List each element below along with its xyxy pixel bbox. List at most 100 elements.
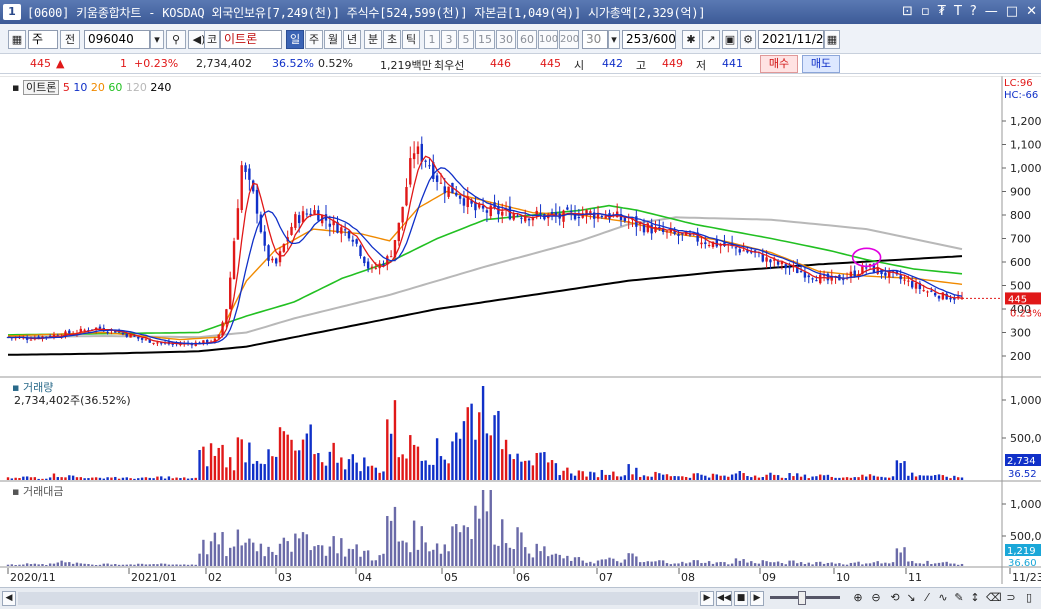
stock-name-field[interactable]: 이트론 [220, 30, 282, 49]
up-arrow-icon: ▲ [56, 57, 65, 70]
period-tab-tick[interactable]: 틱 [402, 30, 420, 49]
drag-tool-icon[interactable]: ↕ [968, 591, 982, 606]
horizontal-scrollbar[interactable]: ◀ ▶ ◀◀ ■ ▶ ⊕ ⊖ ⟲ ↘ ⁄ ∿ ✎ ↕ ⌫ ⊃ ▯ [0, 587, 1041, 609]
volume-bar [481, 386, 485, 480]
magnet-icon[interactable]: ⊃ [1004, 591, 1018, 606]
candle-body [719, 245, 722, 247]
type-select[interactable]: 주 [28, 30, 58, 49]
date-input[interactable]: 2021/11/23 [758, 30, 824, 49]
reset-icon[interactable]: ⟲ [888, 591, 902, 606]
line-tool-icon[interactable]: ⁄ [920, 591, 934, 606]
candle-body [305, 213, 309, 215]
help-icon[interactable]: ? [970, 4, 977, 19]
minute-option-200[interactable]: 200 [559, 30, 579, 49]
price-tick-label: 600 [1010, 256, 1031, 269]
x-tick-label: 09 [762, 571, 776, 584]
save-icon[interactable]: ▣ [722, 30, 738, 49]
maximize-icon[interactable]: □ [1006, 4, 1018, 19]
volume-value: 2,734,402 [196, 57, 252, 70]
amount-bar [799, 562, 803, 566]
zoom-in-icon[interactable]: ⊕ [850, 591, 866, 606]
code-input[interactable]: 096040 [84, 30, 150, 49]
volume-pct-tag-text: 36.52 [1008, 469, 1037, 480]
wave-tool-icon[interactable]: ∿ [936, 591, 950, 606]
chart-type-icon[interactable]: ▦ [8, 30, 26, 49]
minute-option-1[interactable]: 1 [424, 30, 440, 49]
link-icon[interactable]: ⊡ [902, 4, 913, 19]
scroll-right-icon[interactable]: ▶ [700, 591, 714, 606]
volume-bar [631, 474, 634, 480]
volume-bar [389, 433, 393, 480]
interval-input[interactable]: 30 [582, 30, 608, 49]
minute-option-60[interactable]: 60 [517, 30, 537, 49]
minute-option-3[interactable]: 3 [441, 30, 457, 49]
zoom-out-icon[interactable]: ⊖ [868, 591, 884, 606]
volume-bar [504, 439, 508, 480]
minute-option-100[interactable]: 100 [538, 30, 558, 49]
pen-tool-icon[interactable]: ✎ [952, 591, 966, 606]
period-tab-minute[interactable]: 분 [364, 30, 382, 49]
play-icon[interactable]: ▶ [750, 591, 764, 606]
search-icon[interactable]: ⚲ [166, 30, 186, 49]
eraser-icon[interactable]: ⌫ [986, 591, 1002, 606]
minute-option-30[interactable]: 30 [496, 30, 516, 49]
settings-icon[interactable]: ⚙ [740, 30, 756, 49]
code-dropdown-icon[interactable]: ▾ [150, 30, 164, 49]
amount-bar [160, 563, 163, 566]
volume-bar [501, 449, 504, 480]
candle-body [577, 217, 581, 219]
rewind-icon[interactable]: ◀◀ [716, 591, 732, 606]
font-icon[interactable]: T [954, 4, 962, 19]
legend-square-icon: ▪ [12, 81, 20, 94]
sell-button[interactable]: 매도 [802, 55, 840, 73]
scroll-track[interactable] [18, 592, 698, 605]
interval-dropdown-icon[interactable]: ▾ [608, 30, 620, 49]
amount-bar [485, 511, 489, 566]
volume-bar [347, 459, 351, 480]
chart-area[interactable]: 1,200 1,100 1,000 900 800 700 600 500 400 300 200 4… [0, 76, 1041, 610]
volume-bar [761, 477, 764, 480]
buy-button[interactable]: 매수 [760, 55, 798, 73]
indicator-icon[interactable]: ✱ [682, 30, 700, 49]
period-tab-week[interactable]: 주 [305, 30, 323, 49]
amount-bar [190, 564, 194, 566]
amount-bar [267, 546, 270, 566]
chart-canvas[interactable]: 1,2001,1001,0009008007006005004003002004… [0, 76, 1041, 610]
volume-bar [462, 421, 466, 480]
zoom-slider-thumb[interactable] [798, 591, 806, 605]
scroll-left-icon[interactable]: ◀ [2, 591, 16, 606]
count-input[interactable]: 253/600 [622, 30, 676, 49]
amount-bar [803, 563, 807, 566]
candle-body [589, 211, 592, 214]
arrow-tool-icon[interactable]: ↘ [904, 591, 918, 606]
calendar-icon[interactable]: ▦ [824, 30, 840, 49]
amount-bar [907, 561, 910, 566]
volume-bar [213, 455, 217, 480]
trash-icon[interactable]: ▯ [1022, 591, 1036, 606]
amount-bar [761, 560, 764, 566]
draw-tool-icon[interactable]: ↗ [702, 30, 720, 49]
close-icon[interactable]: ✕ [1026, 4, 1037, 19]
amount-bar [531, 557, 535, 566]
period-tab-year[interactable]: 년 [343, 30, 361, 49]
volume-bar [432, 464, 435, 480]
candle-body [489, 205, 492, 217]
amount-bar [25, 563, 29, 566]
restore-icon[interactable]: ▫ [921, 4, 930, 19]
amount-bar [462, 525, 466, 566]
candle-body [650, 224, 653, 234]
volume-bar [738, 471, 741, 480]
minimize-icon[interactable]: — [985, 4, 998, 19]
stop-icon[interactable]: ■ [734, 591, 748, 606]
pin-icon[interactable]: ₮ [938, 4, 946, 19]
amount-bar [232, 546, 236, 566]
amount-bar [282, 537, 286, 566]
minute-option-5[interactable]: 5 [458, 30, 474, 49]
volume-bar [343, 469, 347, 480]
minute-option-15[interactable]: 15 [475, 30, 495, 49]
period-tab-month[interactable]: 월 [324, 30, 342, 49]
candle-body [527, 218, 531, 221]
period-tab-day[interactable]: 일 [286, 30, 304, 49]
period-tab-second[interactable]: 초 [383, 30, 401, 49]
prev-button[interactable]: 전 [60, 30, 80, 49]
